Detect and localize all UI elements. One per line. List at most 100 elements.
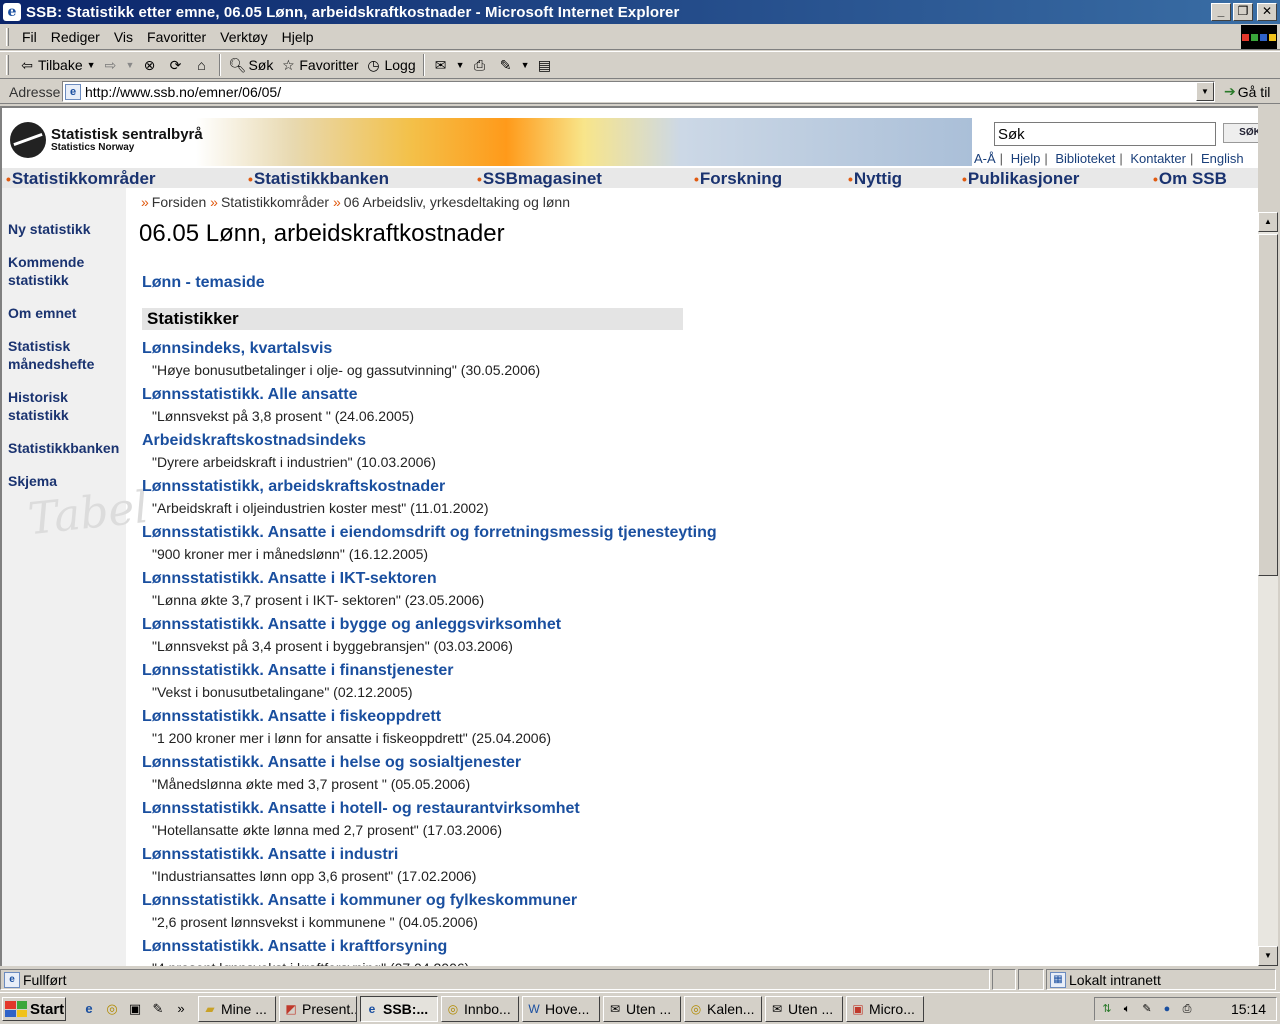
task-button[interactable]: W Hove... [522, 996, 600, 1022]
search-button[interactable]: 🔍︎ Søk [225, 53, 276, 77]
stat-title-link[interactable]: Lønnsstatistikk. Ansatte i kommuner og f… [142, 891, 1242, 911]
start-button[interactable]: Start [2, 997, 66, 1021]
scroll-down-icon[interactable]: ▼ [1258, 946, 1278, 966]
leftnav-skjema[interactable]: Skjema [8, 472, 126, 490]
stat-title-link[interactable]: Lønnsstatistikk. Ansatte i bygge og anle… [142, 615, 1242, 635]
stat-title-link[interactable]: Lønnsstatistikk. Ansatte i fiskeoppdrett [142, 707, 1242, 727]
task-button[interactable]: ◎ Innbo... [441, 996, 519, 1022]
menu-file[interactable]: Fil [15, 29, 44, 45]
link-english[interactable]: English [1201, 151, 1244, 166]
toolbar-grip[interactable] [6, 27, 9, 46]
more-quicklaunch-icon[interactable]: » [172, 1000, 190, 1018]
leftnav-kommende-statistikk[interactable]: Kommende statistikk [8, 253, 98, 289]
discuss-button[interactable]: ▤ [532, 53, 558, 77]
scroll-thumb[interactable] [1258, 234, 1278, 576]
link-library[interactable]: Biblioteket [1055, 151, 1115, 166]
stop-icon: ⊗ [143, 57, 156, 73]
stat-title-link[interactable]: Lønnsstatistikk. Ansatte i hotell- og re… [142, 799, 1242, 819]
stat-title-link[interactable]: Lønnsindeks, kvartalsvis [142, 339, 1242, 359]
vertical-scrollbar[interactable]: ▲ ▼ [1258, 212, 1278, 966]
task-button[interactable]: ✉ Uten ... [765, 996, 843, 1022]
forward-button[interactable]: ⇨ ▼ [99, 53, 138, 77]
toolbar-grip[interactable] [6, 55, 9, 75]
menu-edit[interactable]: Rediger [44, 29, 107, 45]
home-button[interactable]: ⌂ [189, 53, 215, 77]
breadcrumb-arbeidsliv[interactable]: 06 Arbeidsliv, yrkesdeltaking og lønn [344, 194, 570, 210]
address-url[interactable]: http://www.ssb.no/emner/06/05/ [85, 84, 281, 100]
favorites-button[interactable]: ☆ Favoritter [276, 53, 361, 77]
leftnav-statistisk-manedshefte[interactable]: Statistisk månedshefte [8, 337, 108, 373]
printer-icon[interactable]: ⎙ [1179, 1001, 1195, 1017]
back-arrow-icon: ⇦ [21, 57, 33, 73]
stat-title-link[interactable]: Lønnsstatistikk. Ansatte i industri [142, 845, 1242, 865]
outlook-quicklaunch-icon[interactable]: ◎ [103, 1000, 121, 1018]
menu-view[interactable]: Vis [107, 29, 140, 45]
mail-button[interactable]: ✉ ▼ [429, 53, 468, 77]
task-button[interactable]: ◎ Kalen... [684, 996, 762, 1022]
task-button[interactable]: ✉ Uten ... [603, 996, 681, 1022]
link-help[interactable]: Hjelp [1011, 151, 1041, 166]
clock[interactable]: 15:14 [1231, 1001, 1266, 1017]
maximize-button[interactable]: ❐ [1233, 3, 1253, 21]
ssb-logo[interactable]: Statistisk sentralbyrå Statistics Norway [10, 122, 203, 158]
ie-quicklaunch-icon[interactable]: e [80, 1000, 98, 1018]
ie-icon[interactable]: e [3, 3, 21, 21]
forward-dropdown-icon[interactable]: ▼ [126, 60, 135, 70]
leftnav-ny-statistikk[interactable]: Ny statistikk [8, 220, 126, 238]
task-button[interactable]: ◩ Present... [279, 996, 357, 1022]
stat-title-link[interactable]: Lønnsstatistikk. Ansatte i IKT-sektoren [142, 569, 1242, 589]
link-contacts[interactable]: Kontakter [1130, 151, 1186, 166]
mail-dropdown-icon[interactable]: ▼ [456, 60, 465, 70]
edit-dropdown-icon[interactable]: ▼ [521, 60, 530, 70]
nav-statistikkomrader[interactable]: •Statistikkområder [6, 169, 156, 189]
desktop-quicklaunch-icon[interactable]: ▣ [126, 1000, 144, 1018]
back-button[interactable]: ⇦ Tilbake ▼ [15, 53, 99, 77]
close-button[interactable]: ✕ [1257, 3, 1277, 21]
stat-title-link[interactable]: Lønnsstatistikk, arbeidskraftskostnader [142, 477, 1242, 497]
site-search-input[interactable]: Søk [994, 122, 1216, 146]
leftnav-historisk-statistikk[interactable]: Historisk statistikk [8, 388, 88, 424]
address-dropdown-icon[interactable]: ▼ [1196, 82, 1214, 101]
go-button[interactable]: ➔ Gå til [1224, 83, 1270, 100]
volume-icon[interactable]: 🔈︎ [1119, 1001, 1135, 1017]
stop-button[interactable]: ⊗ [137, 53, 163, 77]
task-button[interactable]: ▣ Micro... [846, 996, 924, 1022]
notes-quicklaunch-icon[interactable]: ✎ [149, 1000, 167, 1018]
task-button-active[interactable]: e SSB:... [360, 996, 438, 1022]
nav-nyttig[interactable]: •Nyttig [848, 169, 902, 189]
nav-forskning[interactable]: •Forskning [694, 169, 782, 189]
nav-om-ssb[interactable]: •Om SSB [1153, 169, 1227, 189]
address-input[interactable]: e http://www.ssb.no/emner/06/05/ ▼ [62, 81, 1215, 102]
leftnav-statistikkbanken[interactable]: Statistikkbanken [8, 439, 126, 457]
menu-tools[interactable]: Verktøy [213, 29, 274, 45]
breadcrumb-statistikkomrader[interactable]: Statistikkområder [221, 194, 329, 210]
edit-button[interactable]: ✎ ▼ [494, 53, 533, 77]
nav-publikasjoner[interactable]: •Publikasjoner [962, 169, 1079, 189]
stat-title-link[interactable]: Lønnsstatistikk. Ansatte i helse og sosi… [142, 753, 1242, 773]
list-item: Arbeidskraftskostnadsindeks "Dyrere arbei… [142, 431, 1242, 477]
leftnav-om-emnet[interactable]: Om emnet [8, 304, 126, 322]
menu-favorites[interactable]: Favoritter [140, 29, 213, 45]
task-button[interactable]: ▰ Mine ... [198, 996, 276, 1022]
scroll-up-icon[interactable]: ▲ [1258, 212, 1278, 232]
stat-title-link[interactable]: Lønnsstatistikk. Ansatte i kraftforsynin… [142, 937, 1242, 957]
link-a-aa[interactable]: A-Å [974, 151, 996, 166]
network-icon[interactable]: ⇅ [1099, 1001, 1115, 1017]
nav-statistikkbanken[interactable]: •Statistikkbanken [248, 169, 389, 189]
breadcrumb-forsiden[interactable]: Forsiden [152, 194, 206, 210]
refresh-button[interactable]: ⟳ [163, 53, 189, 77]
menu-help[interactable]: Hjelp [275, 29, 321, 45]
stat-title-link[interactable]: Lønnsstatistikk. Ansatte i finanstjenest… [142, 661, 1242, 681]
stat-title-link[interactable]: Arbeidskraftskostnadsindeks [142, 431, 1242, 451]
nav-ssbmagasinet[interactable]: •SSBmagasinet [477, 169, 602, 189]
history-button[interactable]: ◷ Logg [361, 53, 418, 77]
stat-title-link[interactable]: Lønnsstatistikk. Ansatte i eiendomsdrift… [142, 523, 1242, 543]
tray-app-icon[interactable]: ✎ [1139, 1001, 1155, 1017]
stat-title-link[interactable]: Lønnsstatistikk. Alle ansatte [142, 385, 1242, 405]
back-dropdown-icon[interactable]: ▼ [87, 60, 96, 70]
print-button[interactable]: ⎙ [468, 53, 494, 77]
minimize-button[interactable]: _ [1211, 3, 1231, 21]
temaside-link[interactable]: Lønn - temaside [142, 274, 265, 292]
messenger-icon[interactable]: ● [1159, 1001, 1175, 1017]
site-search-button[interactable]: SØK [1223, 123, 1258, 143]
